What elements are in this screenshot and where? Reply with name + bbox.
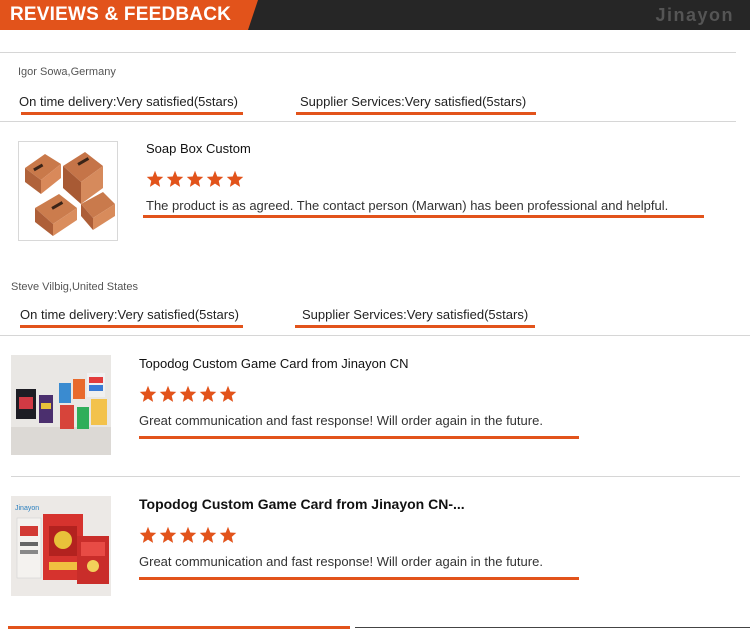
comment-underline [139, 577, 579, 580]
star-icon [159, 385, 177, 402]
rating-underline [295, 325, 535, 328]
divider [11, 476, 740, 477]
star-icon [186, 170, 204, 187]
comment-underline [139, 436, 579, 439]
section-header: REVIEWS & FEEDBACK Jinayon [0, 0, 750, 30]
product-title[interactable]: Topodog Custom Game Card from Jinayon CN… [139, 496, 465, 512]
svg-text:Jinayon: Jinayon [15, 505, 39, 512]
star-icon [199, 385, 217, 402]
star-icon [219, 526, 237, 543]
star-icon [166, 170, 184, 187]
star-icon [159, 526, 177, 543]
reviewer-name: Steve Vilbig,United States [11, 281, 138, 293]
star-rating [139, 385, 239, 403]
product-image[interactable] [18, 141, 118, 241]
comment-underline [143, 215, 704, 218]
red-card-deck-image: Jinayon [11, 496, 111, 596]
star-icon [219, 385, 237, 402]
rating-underline [20, 325, 243, 328]
bottom-divider [355, 627, 750, 628]
review-comment: Great communication and fast response! W… [139, 413, 543, 428]
brand-logo: Jinayon [655, 5, 734, 25]
star-icon [139, 526, 157, 543]
divider [0, 335, 750, 336]
kraft-soap-box-image [19, 142, 117, 240]
divider [0, 52, 736, 53]
star-rating [139, 526, 239, 544]
delivery-rating: On time delivery:Very satisfied(5stars) [19, 94, 238, 109]
service-rating: Supplier Services:Very satisfied(5stars) [300, 94, 527, 109]
game-card-boxes-image [11, 355, 111, 455]
product-title[interactable]: Soap Box Custom [146, 141, 251, 156]
star-icon [146, 170, 164, 187]
rating-underline [296, 112, 536, 115]
delivery-rating: On time delivery:Very satisfied(5stars) [20, 307, 239, 322]
product-image[interactable] [11, 355, 111, 455]
service-rating: Supplier Services:Very satisfied(5stars) [302, 307, 529, 322]
reviewer-name: Igor Sowa,Germany [18, 66, 116, 78]
star-rating [146, 170, 246, 188]
section-title: REVIEWS & FEEDBACK [10, 4, 232, 25]
rating-underline [21, 112, 243, 115]
star-icon [226, 170, 244, 187]
star-icon [199, 526, 217, 543]
star-icon [139, 385, 157, 402]
star-icon [206, 170, 224, 187]
review-comment: Great communication and fast response! W… [139, 554, 543, 569]
star-icon [179, 385, 197, 402]
star-icon [179, 526, 197, 543]
divider [0, 121, 736, 122]
product-image[interactable]: Jinayon [11, 496, 111, 596]
review-comment: The product is as agreed. The contact pe… [146, 198, 669, 213]
product-title[interactable]: Topodog Custom Game Card from Jinayon CN [139, 356, 409, 371]
